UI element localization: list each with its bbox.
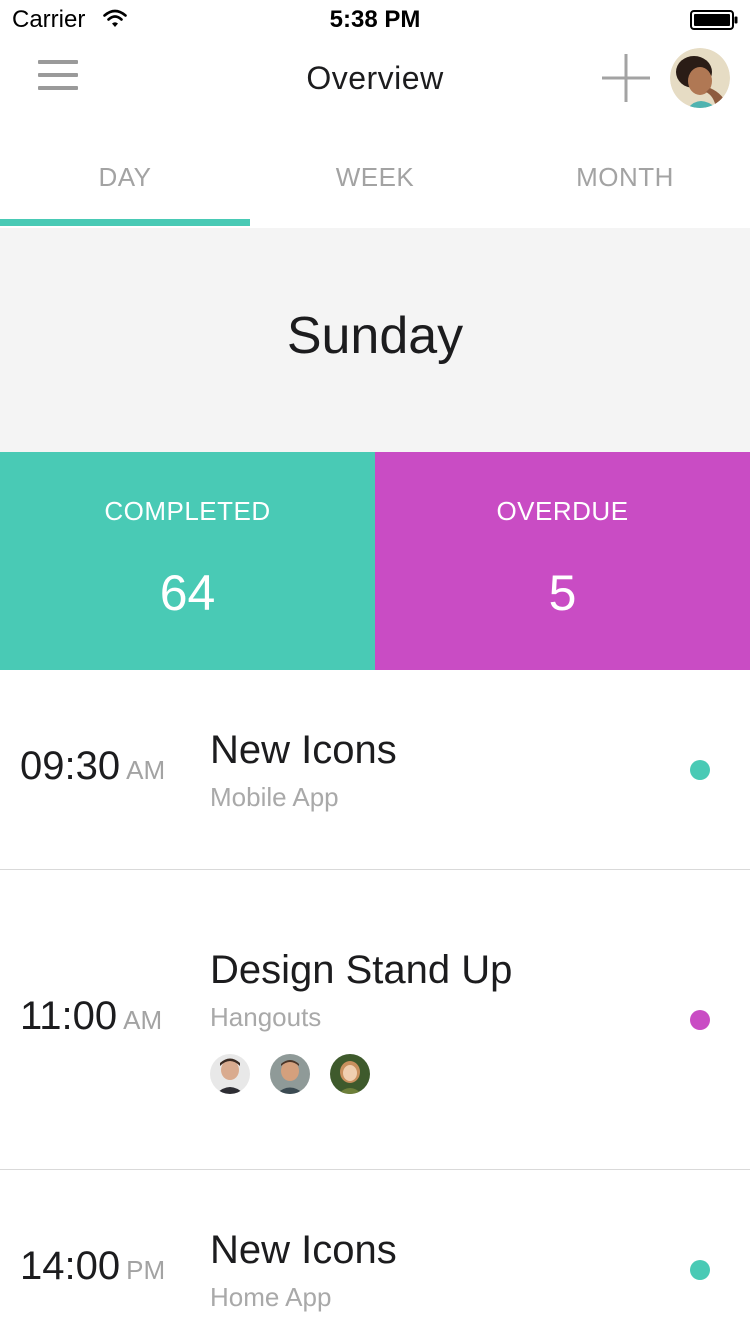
day-header: Sunday	[0, 228, 750, 452]
event-time: 11:00 AM	[20, 994, 162, 1039]
tab-week[interactable]: WEEK	[250, 128, 500, 228]
event-row[interactable]: 14:00 PM New Icons Home App	[0, 1170, 750, 1334]
event-time-period: AM	[126, 755, 166, 785]
status-bar: Carrier 5:38 PM	[0, 0, 750, 40]
day-name: Sunday	[286, 307, 464, 365]
active-tab-indicator	[0, 219, 250, 226]
period-tabs: DAY WEEK MONTH	[0, 128, 750, 228]
attendee-list	[210, 1054, 380, 1094]
event-subtitle: Home App	[210, 1282, 332, 1312]
user-avatar[interactable]	[670, 48, 730, 108]
event-time-value: 11:00	[20, 994, 118, 1038]
event-time-period: AM	[123, 1005, 163, 1035]
event-time: 09:30 AM	[20, 744, 165, 789]
tab-month[interactable]: MONTH	[500, 128, 750, 228]
completed-label: COMPLETED	[104, 496, 271, 526]
attendee-avatar-1[interactable]	[210, 1054, 250, 1094]
battery-icon	[690, 10, 738, 30]
status-time: 5:38 PM	[329, 6, 421, 33]
event-subtitle: Mobile App	[210, 782, 339, 812]
event-row[interactable]: 11:00 AM Design Stand Up Hangouts	[0, 870, 750, 1170]
event-subtitle: Hangouts	[210, 1002, 322, 1032]
event-row[interactable]: 09:30 AM New Icons Mobile App	[0, 670, 750, 870]
attendee-avatar-2[interactable]	[270, 1054, 310, 1094]
event-time: 14:00 PM	[20, 1244, 165, 1289]
overdue-count: 5	[548, 565, 577, 621]
event-status-dot	[690, 1260, 710, 1280]
plus-icon[interactable]	[600, 52, 652, 104]
tab-day[interactable]: DAY	[0, 128, 250, 228]
event-status-dot	[690, 760, 710, 780]
overdue-stat[interactable]: OVERDUE 5	[375, 452, 750, 670]
event-title: New Icons	[210, 728, 397, 772]
attendee-avatar-3[interactable]	[330, 1054, 370, 1094]
event-time-period: PM	[126, 1255, 166, 1285]
event-title: Design Stand Up	[210, 948, 513, 992]
event-time-value: 14:00	[20, 1244, 121, 1288]
completed-count: 64	[159, 565, 216, 621]
event-time-value: 09:30	[20, 744, 121, 788]
nav-bar: Overview	[0, 40, 750, 128]
tab-day-label: DAY	[98, 162, 152, 192]
tab-month-label: MONTH	[576, 162, 674, 192]
tab-week-label: WEEK	[335, 162, 415, 192]
completed-stat[interactable]: COMPLETED 64	[0, 452, 375, 670]
overdue-label: OVERDUE	[496, 496, 629, 526]
event-title: New Icons	[210, 1228, 397, 1272]
event-status-dot	[690, 1010, 710, 1030]
